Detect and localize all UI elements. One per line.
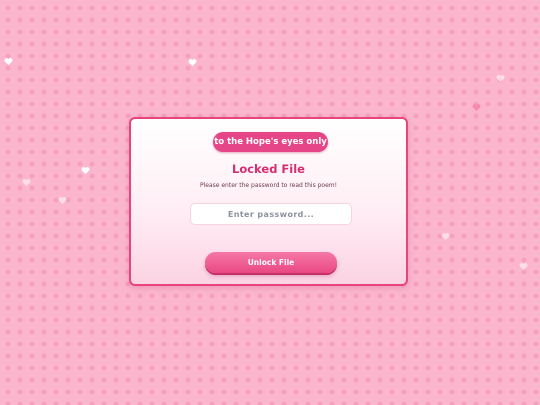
heart-icon [4, 57, 13, 66]
heart-icon [441, 232, 450, 241]
unlock-file-button[interactable]: Unlock File [205, 252, 337, 273]
dialog-title: Locked File [232, 162, 305, 176]
heart-icon [496, 74, 505, 83]
eyes-only-badge: to the Hope's eyes only [213, 132, 328, 152]
heart-icon [519, 262, 528, 271]
locked-file-dialog: to the Hope's eyes only Locked File Plea… [129, 117, 408, 286]
password-input[interactable] [191, 204, 351, 224]
heart-icon [188, 58, 197, 67]
dialog-subtitle: Please enter the password to read this p… [199, 182, 338, 189]
heart-icon [22, 178, 31, 187]
heart-icon [472, 103, 481, 112]
heart-icon [58, 196, 67, 205]
heart-icon [81, 166, 90, 175]
